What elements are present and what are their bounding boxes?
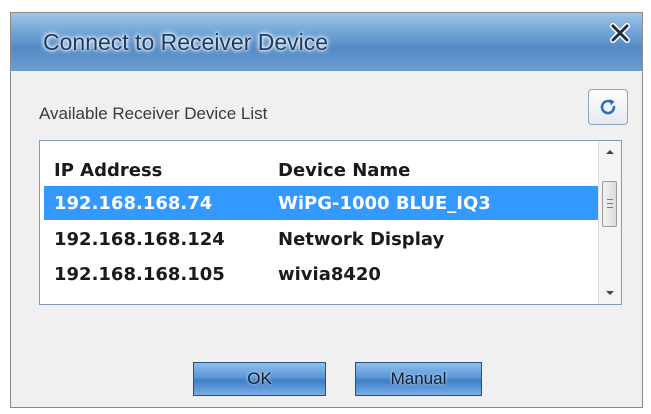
ip-address-cell: 192.168.168.74 [54,193,213,214]
device-name-cell: Network Display [278,229,445,250]
device-row-selected[interactable]: 192.168.168.74 WiPG-1000 BLUE_IQ3 [44,186,599,220]
device-list-body: IP Address Device Name 192.168.168.74 Wi… [40,141,599,304]
ip-address-cell: 192.168.168.105 [54,264,225,285]
device-row[interactable]: 192.168.168.105 wivia8420 [40,257,599,291]
device-name-cell: WiPG-1000 BLUE_IQ3 [278,193,491,214]
scroll-up-button[interactable] [599,141,621,163]
ip-address-cell: 192.168.168.124 [54,229,225,250]
dialog-title: Connect to Receiver Device [43,29,329,55]
device-list[interactable]: IP Address Device Name 192.168.168.74 Wi… [39,140,622,305]
column-header-row: IP Address Device Name [40,153,599,187]
connect-dialog: Connect to Receiver Device Available Rec… [10,12,643,408]
chevron-down-icon [606,291,614,295]
close-icon [610,23,630,43]
grip-line [607,199,613,200]
column-header-ip[interactable]: IP Address [54,160,162,181]
title-bar: Connect to Receiver Device [11,13,642,71]
chevron-up-icon [606,150,614,154]
scroll-down-button[interactable] [599,282,621,304]
refresh-button[interactable] [588,89,628,125]
device-name-cell: wivia8420 [278,264,381,285]
ok-button[interactable]: OK [193,362,326,396]
refresh-icon [600,99,616,115]
manual-button[interactable]: Manual [355,362,482,396]
grip-line [607,207,613,208]
close-button[interactable] [606,19,634,47]
device-list-label: Available Receiver Device List [39,104,268,123]
vertical-scrollbar[interactable] [598,141,621,304]
scrollbar-thumb[interactable] [602,181,617,227]
grip-line [607,203,613,204]
device-row[interactable]: 192.168.168.124 Network Display [40,222,599,256]
column-header-device-name[interactable]: Device Name [278,160,410,181]
